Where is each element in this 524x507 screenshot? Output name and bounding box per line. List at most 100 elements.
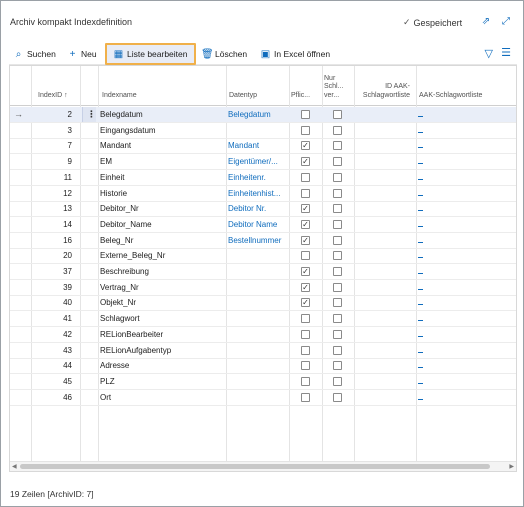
cell-index-id[interactable]: 40 [32,295,72,310]
only-keyword-checkbox[interactable] [333,345,342,355]
only-keyword-checkbox[interactable] [333,172,342,182]
new-button[interactable]: + Neu [67,45,97,63]
search-button[interactable]: ⌕ Suchen [13,45,56,63]
cell-index-name[interactable]: Vertrag_Nr [100,280,224,295]
header-data-type[interactable]: Datentyp [229,92,257,101]
aak-list-lookup[interactable] [418,163,423,165]
required-checkbox[interactable] [301,329,310,339]
aak-list-lookup[interactable] [418,382,423,384]
aak-list-lookup[interactable] [418,288,423,290]
cell-data-type[interactable] [228,327,288,342]
cell-index-id[interactable]: 11 [32,170,72,185]
only-keyword-checkbox[interactable] [333,282,342,292]
scroll-right-icon[interactable]: ▶ [509,462,514,471]
cell-index-name[interactable]: Beschreibung [100,264,224,279]
only-keyword-checkbox[interactable] [333,219,342,229]
required-checkbox[interactable] [301,110,310,119]
cell-data-type[interactable] [228,374,288,389]
required-checkbox[interactable] [301,314,310,324]
table-row[interactable]: 44 Adresse [10,358,516,375]
table-row[interactable]: 37 Beschreibung ✓ [10,264,516,280]
cell-index-id[interactable]: 39 [32,280,72,295]
table-row[interactable]: 7 Mandant Mandant ✓ [10,138,516,155]
cell-data-type[interactable] [228,248,288,263]
cell-data-type[interactable]: Belegdatum [228,107,288,122]
only-keyword-checkbox[interactable] [333,204,342,214]
required-checkbox[interactable]: ✓ [301,157,310,167]
cell-data-type[interactable]: Bestellnummer [228,233,288,248]
required-checkbox[interactable] [301,376,310,386]
required-checkbox[interactable]: ✓ [301,204,310,214]
list-menu-icon[interactable]: ☰ [501,46,511,59]
cell-index-name[interactable]: Mandant [100,138,224,153]
only-keyword-checkbox[interactable] [333,188,342,198]
required-checkbox[interactable] [301,361,310,371]
aak-list-lookup[interactable] [418,131,423,133]
aak-list-lookup[interactable] [418,398,423,400]
table-row[interactable]: 39 Vertrag_Nr ✓ [10,280,516,296]
header-aak-list[interactable]: AAK-Schlagwortliste [419,92,482,101]
header-index-id[interactable]: IndexID ↑ [38,92,68,101]
cell-index-name[interactable]: Objekt_Nr [100,295,224,310]
aak-list-lookup[interactable] [418,273,423,274]
scroll-left-icon[interactable]: ◀ [12,462,17,471]
cell-index-id[interactable]: 9 [32,154,72,169]
table-row[interactable]: 20 Externe_Beleg_Nr [10,248,516,265]
cell-index-name[interactable]: RELionBearbeiter [100,327,224,342]
only-keyword-checkbox[interactable] [333,361,342,371]
cell-data-type[interactable] [228,264,288,279]
cell-data-type[interactable] [228,390,288,405]
table-row[interactable]: 3 Eingangsdatum [10,123,516,139]
aak-list-lookup[interactable] [418,367,423,369]
aak-list-lookup[interactable] [418,335,423,337]
cell-data-type[interactable]: Einheitenr. [228,170,288,185]
required-checkbox[interactable] [301,345,310,355]
cell-index-name[interactable]: Debitor_Nr [100,201,224,216]
only-keyword-checkbox[interactable] [333,376,342,386]
cell-index-id[interactable]: 20 [32,248,72,263]
cell-data-type[interactable] [228,311,288,326]
table-row[interactable]: 43 RELionAufgabentyp [10,343,516,359]
edit-list-button[interactable]: ▦ Liste bearbeiten [105,43,196,65]
only-keyword-checkbox[interactable] [333,314,342,324]
table-row[interactable]: 45 PLZ [10,374,516,390]
aak-list-lookup[interactable] [418,351,423,353]
cell-data-type[interactable]: Debitor Nr. [228,201,288,216]
cell-index-name[interactable]: Einheit [100,170,224,185]
cell-data-type[interactable]: Einheitenhist... [228,186,288,201]
aak-list-lookup[interactable] [418,241,423,243]
aak-list-lookup[interactable] [418,194,423,196]
more-options-icon[interactable]: ⋮ [82,107,96,122]
only-keyword-checkbox[interactable] [333,141,342,151]
table-row[interactable]: 42 RELionBearbeiter [10,327,516,343]
table-row[interactable]: 14 Debitor_Name Debitor Name ✓ [10,217,516,233]
cell-index-id[interactable]: 2 [32,107,72,122]
required-checkbox[interactable] [301,188,310,198]
header-only-keyword[interactable]: Nur Schl... ver... [324,75,343,101]
aak-list-lookup[interactable] [418,116,423,117]
table-row[interactable]: 40 Objekt_Nr ✓ [10,295,516,312]
cell-index-id[interactable]: 14 [32,217,72,232]
cell-index-id[interactable]: 13 [32,201,72,216]
only-keyword-checkbox[interactable] [333,251,342,261]
cell-data-type[interactable] [228,343,288,358]
only-keyword-checkbox[interactable] [333,157,342,167]
cell-index-name[interactable]: Historie [100,186,224,201]
table-row[interactable]: 16 Beleg_Nr Bestellnummer ✓ [10,233,516,249]
cell-index-name[interactable]: Schlagwort [100,311,224,326]
cell-index-id[interactable]: 42 [32,327,72,342]
cell-index-name[interactable]: Belegdatum [100,107,224,122]
cell-index-name[interactable]: Ort [100,390,224,405]
aak-list-lookup[interactable] [418,304,423,306]
required-checkbox[interactable]: ✓ [301,235,310,245]
aak-list-lookup[interactable] [418,147,423,149]
required-checkbox[interactable]: ✓ [301,282,310,292]
cell-index-name[interactable]: RELionAufgabentyp [100,343,224,358]
table-row[interactable]: → ⋮ 2 Belegdatum Belegdatum [10,107,516,123]
expand-icon[interactable]: ⤢ [499,14,513,28]
table-row[interactable]: 13 Debitor_Nr Debitor Nr. ✓ [10,201,516,218]
cell-index-id[interactable]: 12 [32,186,72,201]
only-keyword-checkbox[interactable] [333,392,342,402]
only-keyword-checkbox[interactable] [333,267,342,276]
cell-index-id[interactable]: 43 [32,343,72,358]
